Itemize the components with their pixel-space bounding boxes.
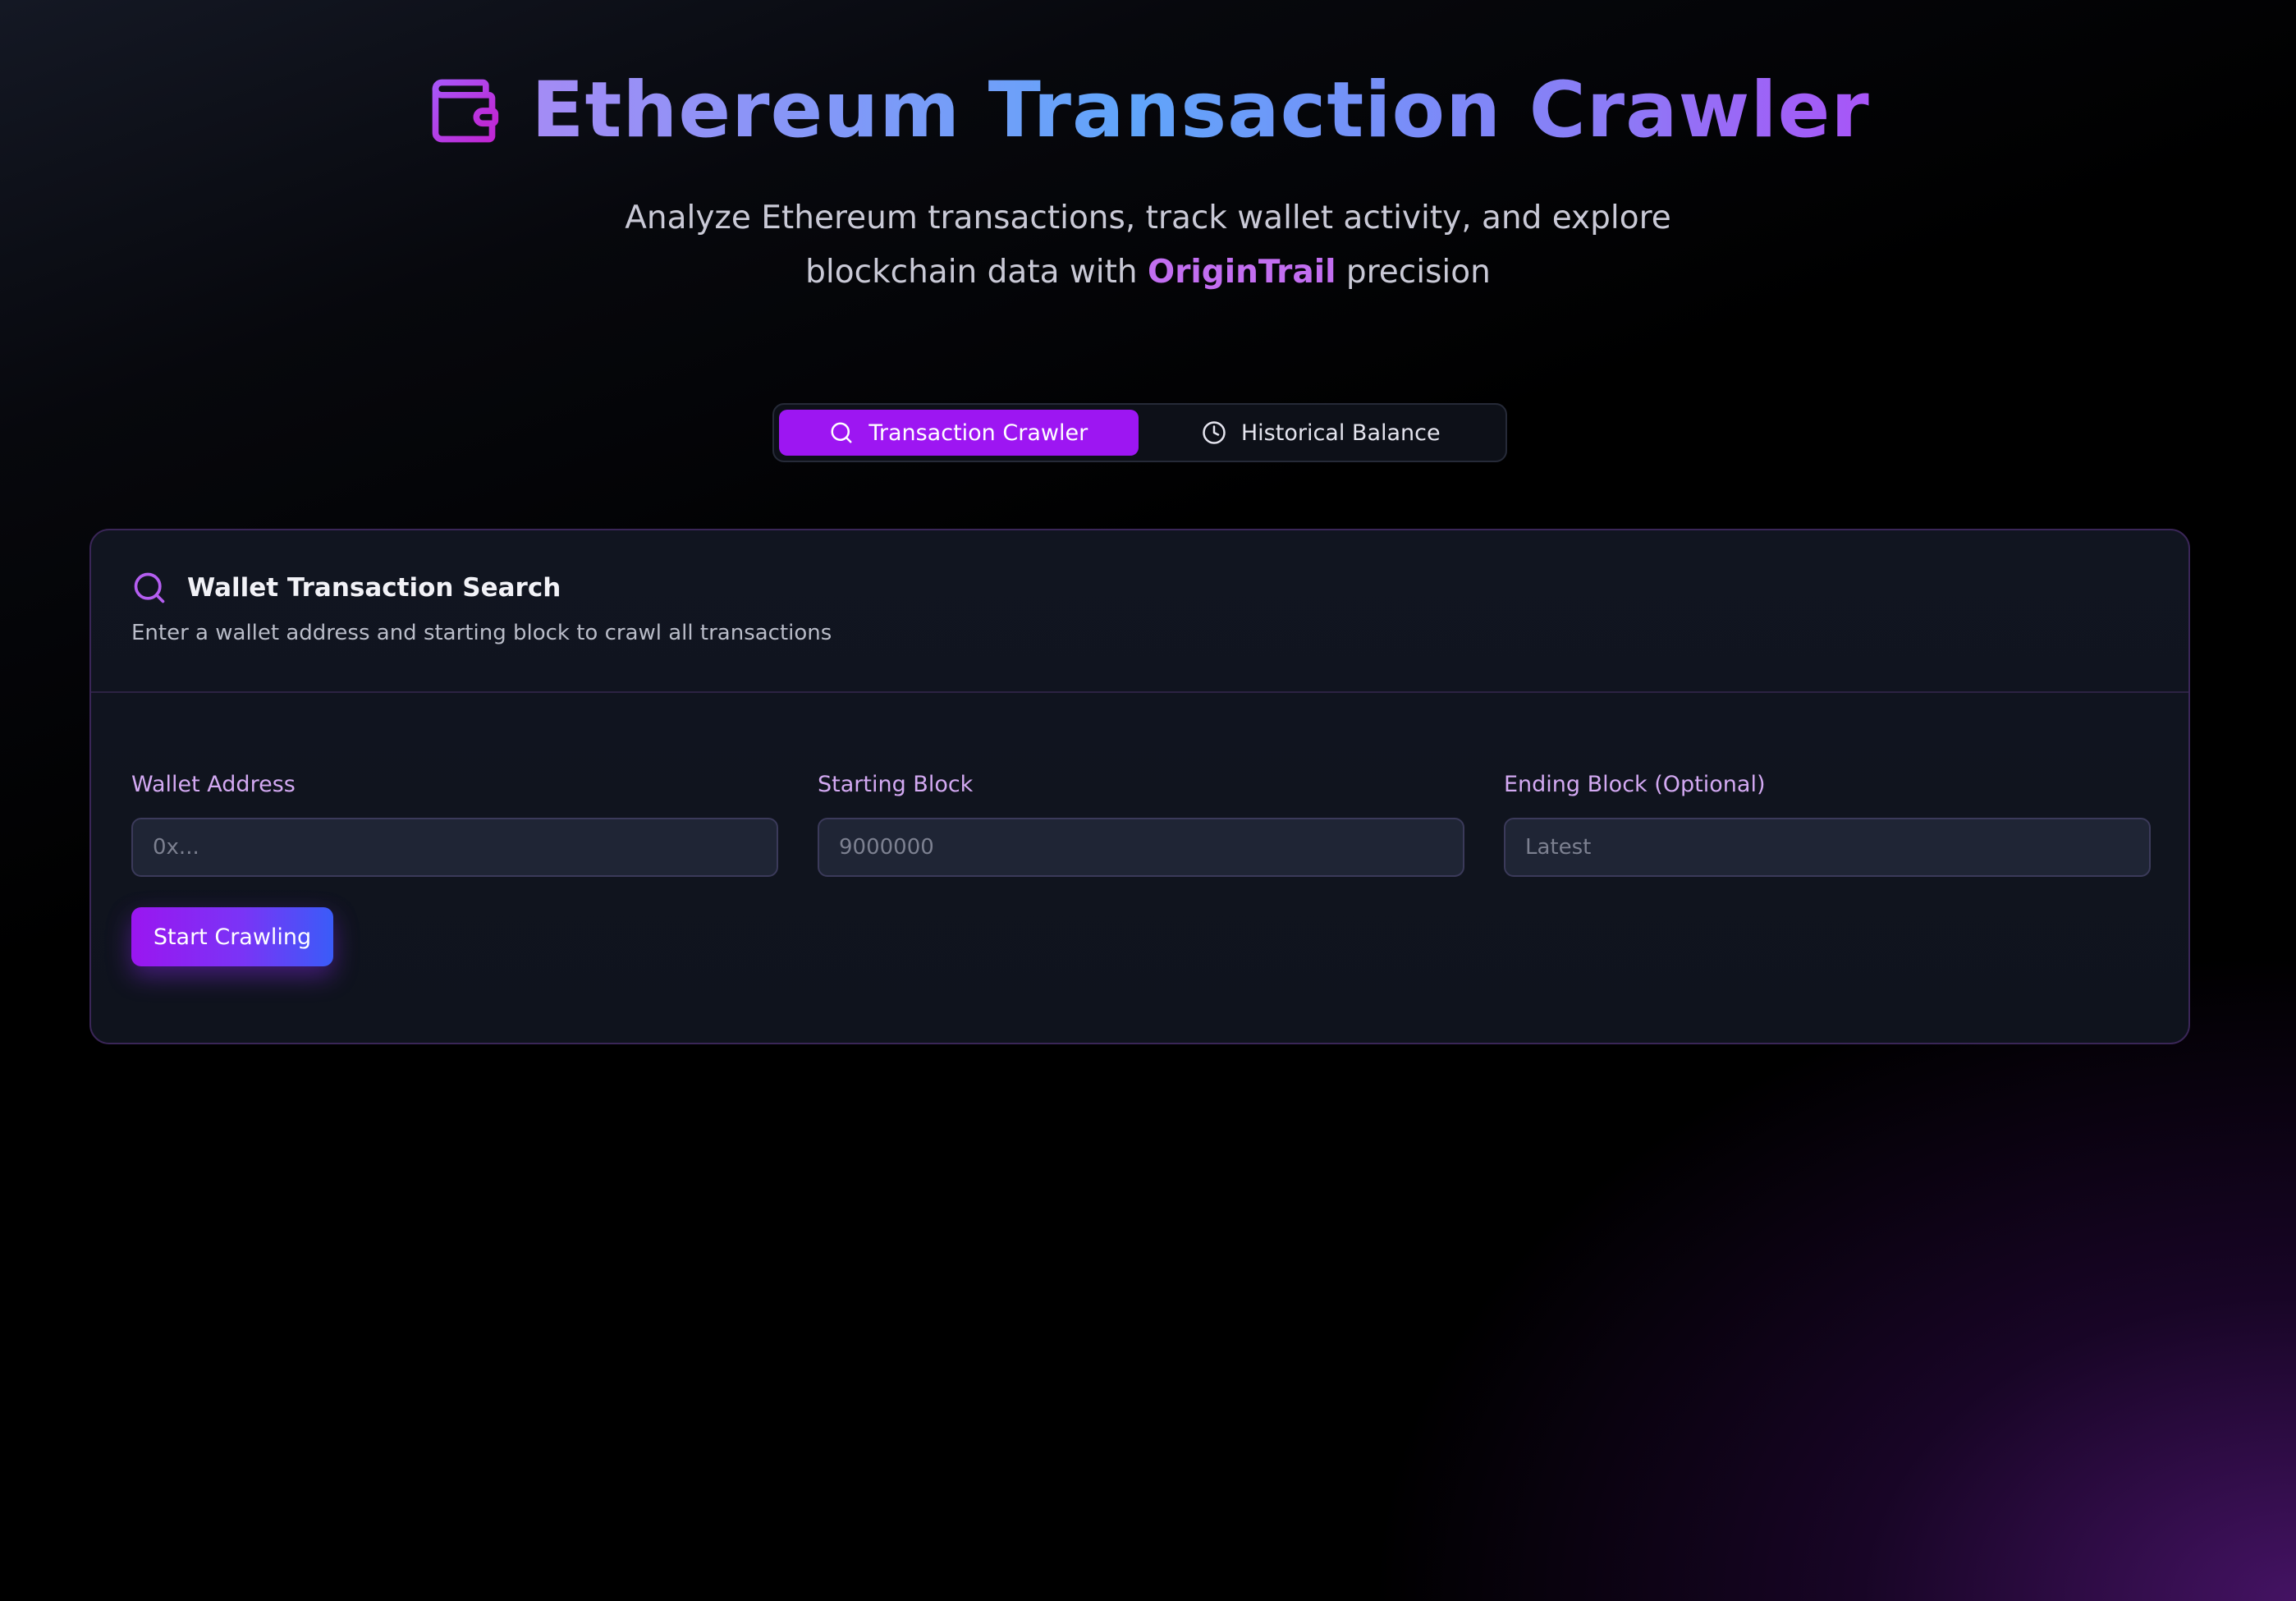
card-header: Wallet Transaction Search Enter a wallet… [91,530,2188,693]
ending-block-input[interactable] [1504,818,2151,877]
page-subtitle: Analyze Ethereum transactions, track wal… [0,191,2296,300]
start-crawling-button[interactable]: Start Crawling [131,907,333,966]
tab-transaction-crawler[interactable]: Transaction Crawler [779,410,1139,456]
tab-bar: Transaction Crawler Historical Balance [772,403,1507,462]
starting-block-label: Starting Block [818,772,974,797]
wallet-address-field-group: Wallet Address [131,768,778,877]
starting-block-field-group: Starting Block [818,768,1464,877]
tab-label: Historical Balance [1240,420,1441,446]
card-title-row: Wallet Transaction Search [131,570,561,606]
ending-block-label: Ending Block (Optional) [1504,772,1766,797]
subtitle-prefix: blockchain data with [805,254,1148,291]
tab-historical-balance[interactable]: Historical Balance [1142,410,1501,456]
brand-name: OriginTrail [1148,254,1336,291]
subtitle-line-1: Analyze Ethereum transactions, track wal… [625,200,1671,236]
subtitle-suffix: precision [1336,254,1491,291]
clock-icon [1202,420,1226,445]
subtitle-line-2: blockchain data with OriginTrail precisi… [0,245,2296,300]
search-icon [131,570,167,606]
wallet-address-label: Wallet Address [131,772,296,797]
wallet-address-input[interactable] [131,818,778,877]
ending-block-field-group: Ending Block (Optional) [1504,768,2151,877]
card-description: Enter a wallet address and starting bloc… [131,621,832,645]
title-row: Ethereum Transaction Crawler [0,66,2296,156]
search-icon [829,420,854,445]
starting-block-input[interactable] [818,818,1464,877]
card-title: Wallet Transaction Search [187,573,561,603]
wallet-search-card: Wallet Transaction Search Enter a wallet… [89,529,2190,1044]
tab-label: Transaction Crawler [868,420,1088,446]
page-title: Ethereum Transaction Crawler [531,66,1870,155]
wallet-icon [426,73,502,149]
